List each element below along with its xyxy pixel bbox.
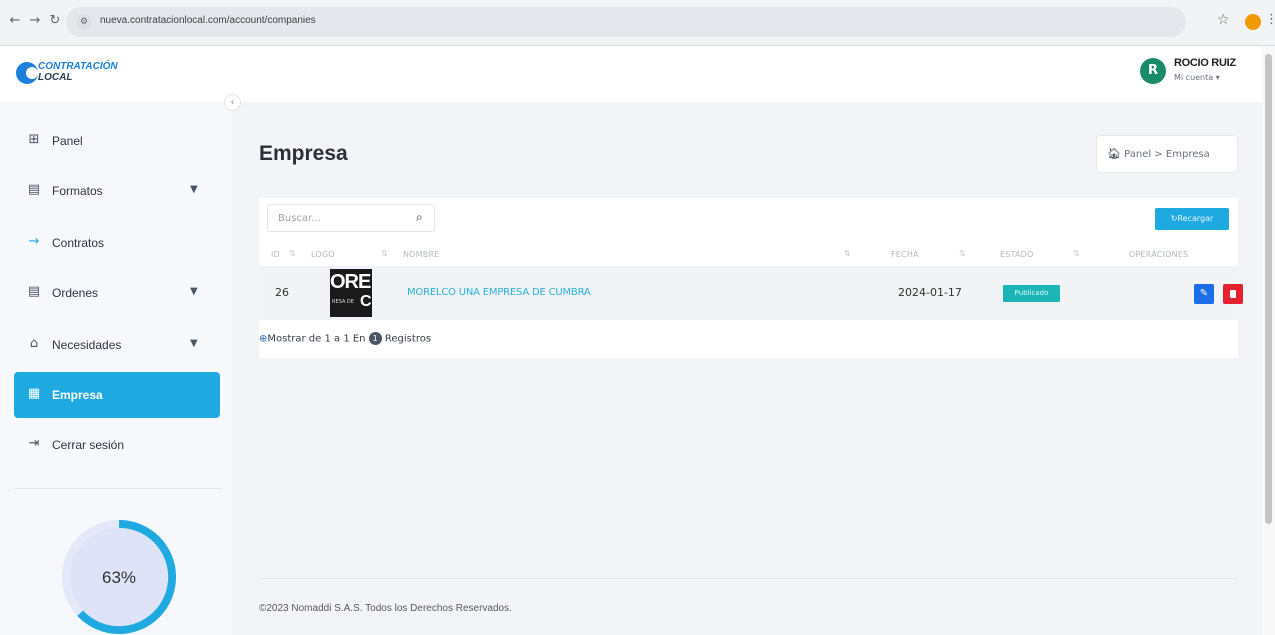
sidebar-item-panel[interactable]: ⊞ Panel (14, 118, 220, 164)
forward-icon[interactable]: → (26, 12, 44, 30)
sidebar-item-label: Formatos (52, 184, 103, 198)
sidebar-divider (14, 488, 222, 489)
pagination-suffix: Registros (384, 333, 432, 345)
status-badge: Publicado (1003, 285, 1060, 302)
more-menu-icon[interactable]: ⋮ (1265, 12, 1275, 27)
back-icon[interactable]: ← (6, 12, 24, 30)
grid-icon: ⊞ (28, 132, 40, 147)
pagination-info: ⊕Mostrar de 1 a 1 En 1 Registros (259, 332, 431, 345)
account-menu[interactable]: Mi cuenta ▾ (1174, 73, 1220, 82)
delete-button[interactable] (1223, 284, 1243, 304)
sidebar-item-label: Necesidades (52, 338, 122, 352)
browser-toolbar: ← → ↻ ⚙ nueva.contratacionlocal.com/acco… (0, 0, 1275, 46)
sidebar-item-empresa[interactable]: ▦ Empresa (14, 372, 220, 418)
account-label: Mi cuenta (1174, 73, 1214, 82)
sidebar-item-label: Contratos (52, 236, 105, 250)
bookmark-star-icon[interactable]: ☆ (1217, 12, 1230, 28)
brand-logo[interactable]: CONTRATACIÓN LOCAL (16, 56, 156, 92)
sidebar-collapse-button[interactable]: ‹ (224, 94, 241, 111)
search-icon[interactable]: ⌕ (416, 210, 423, 225)
companies-card: ⌕ ↻Recargar ID ⇅ LOGO ⇅ NOMBRE ⇅ FECHA ⇅… (259, 198, 1243, 358)
sort-icon[interactable]: ⇅ (959, 249, 966, 258)
sidebar-item-necesidades[interactable]: ⌂ Necesidades ▼ (14, 322, 220, 368)
site-info-icon[interactable]: ⚙ (76, 14, 92, 30)
inbox-icon: ⌂ (29, 336, 39, 351)
sidebar-item-label: Cerrar sesión (52, 438, 125, 452)
app-window: CONTRATACIÓN LOCAL R ROCIO RUIZ Mi cuent… (0, 46, 1262, 635)
address-bar[interactable]: ⚙ nueva.contratacionlocal.com/account/co… (66, 7, 1186, 37)
cell-id: 26 (275, 286, 289, 299)
breadcrumb-separator: > (1154, 149, 1163, 160)
clipboard-icon: ▤ (27, 182, 41, 197)
column-header-operaciones: OPERACIONES (1129, 250, 1189, 259)
logout-icon: ⇥ (28, 436, 40, 451)
sort-icon[interactable]: ⇅ (1073, 249, 1080, 258)
home-icon[interactable]: 🏠︎ (1107, 147, 1121, 160)
sort-icon[interactable]: ⇅ (289, 249, 296, 258)
reload-icon[interactable]: ↻ (46, 12, 64, 30)
search-box: ⌕ (267, 204, 435, 232)
avatar[interactable]: R (1140, 58, 1166, 84)
table-row: 26 ORE RESA DE C MORELCO UNA EMPRESA DE … (259, 266, 1243, 320)
pagination-prefix: Mostrar de 1 a 1 En (267, 333, 366, 345)
sidebar-item-label: Empresa (52, 388, 103, 402)
sidebar-item-contratos[interactable]: → Contratos (14, 220, 220, 266)
logo-line1: CONTRATACIÓN (38, 61, 118, 72)
top-bar: CONTRATACIÓN LOCAL R ROCIO RUIZ Mi cuent… (0, 46, 1262, 102)
clipboard-icon: ▤ (27, 284, 41, 299)
cell-nombre-link[interactable]: MORELCO UNA EMPRESA DE CUMBRA (407, 287, 591, 298)
caret-down-icon: ▼ (190, 286, 198, 297)
footer-copyright: ©2023 Nomaddi S.A.S. Todos los Derechos … (259, 603, 512, 614)
column-header-logo[interactable]: LOGO (311, 250, 335, 259)
sidebar-item-cerrar-sesion[interactable]: ⇥ Cerrar sesión (14, 422, 220, 468)
caret-down-icon: ▼ (190, 184, 198, 195)
progress-percent: 63% (101, 568, 137, 587)
edit-button[interactable]: ✎ (1194, 284, 1214, 304)
profile-icon[interactable] (1245, 14, 1261, 30)
building-icon: ▦ (27, 386, 41, 401)
logo-line2: LOCAL (38, 72, 73, 83)
logo-mark-icon (16, 62, 38, 84)
column-header-nombre[interactable]: NOMBRE (403, 250, 440, 259)
record-count-badge: 1 (368, 332, 382, 345)
sidebar-item-label: Ordenes (52, 286, 99, 300)
chevron-down-icon: ▾ (1215, 73, 1220, 82)
breadcrumb: 🏠︎ Panel > Empresa (1096, 135, 1238, 173)
footer-divider (259, 578, 1238, 579)
sidebar-item-label: Panel (52, 134, 83, 148)
breadcrumb-home[interactable]: Panel (1124, 149, 1151, 160)
sidebar-item-formatos[interactable]: ▤ Formatos ▼ (14, 168, 220, 214)
column-header-fecha[interactable]: FECHA (891, 250, 919, 259)
reload-label: Recargar (1177, 214, 1214, 223)
url-text: nueva.contratacionlocal.com/account/comp… (100, 15, 316, 26)
sort-icon[interactable]: ⇅ (381, 249, 388, 258)
breadcrumb-current: Empresa (1165, 149, 1210, 160)
column-header-id[interactable]: ID (271, 250, 280, 259)
page-title: Empresa (259, 142, 348, 165)
company-logo: ORE RESA DE C (330, 269, 372, 317)
reload-button[interactable]: ↻Recargar (1155, 208, 1229, 230)
search-input[interactable] (268, 205, 408, 231)
scrollbar-thumb[interactable] (1265, 54, 1272, 524)
column-header-estado[interactable]: ESTADO (1000, 250, 1034, 259)
page-scrollbar[interactable] (1262, 46, 1275, 635)
sidebar-item-ordenes[interactable]: ▤ Ordenes ▼ (14, 270, 220, 316)
company-logo-text: ORE (330, 271, 371, 293)
edit-icon: ✎ (1199, 288, 1209, 299)
caret-down-icon: ▼ (190, 338, 198, 349)
company-logo-subtext: RESA DE (332, 299, 354, 305)
arrow-right-icon: → (28, 234, 40, 249)
company-logo-letter: C (360, 293, 372, 310)
sort-icon[interactable]: ⇅ (844, 249, 851, 258)
user-name[interactable]: ROCIO RUIZ (1174, 57, 1236, 69)
cell-fecha: 2024-01-17 (898, 286, 962, 299)
